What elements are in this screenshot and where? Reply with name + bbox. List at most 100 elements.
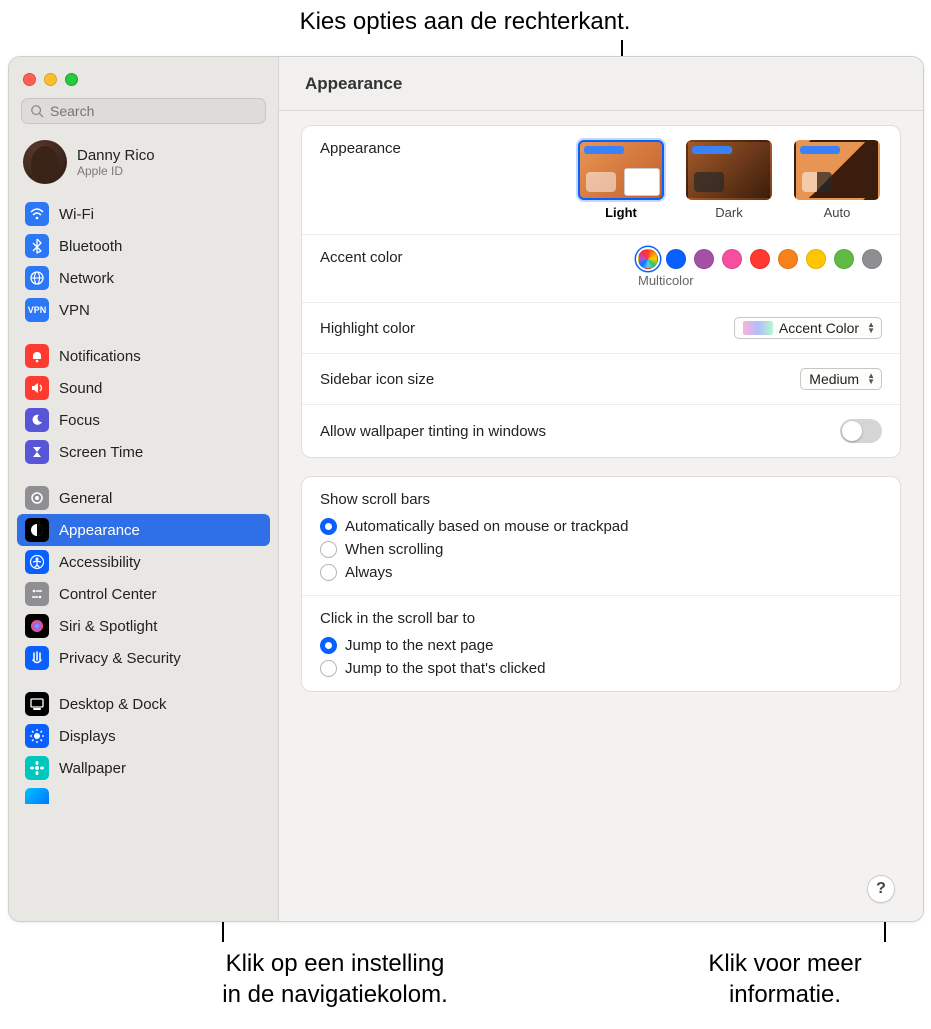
sidebar-item-focus[interactable]: Focus bbox=[17, 404, 270, 436]
clickscroll-row: Click in the scroll bar to Jump to the n… bbox=[302, 596, 900, 691]
sidebar-item-label: Notifications bbox=[59, 348, 141, 365]
accent-swatch-7[interactable] bbox=[834, 249, 854, 269]
search-box[interactable] bbox=[21, 98, 266, 124]
sidebar-item-label: Wi-Fi bbox=[59, 206, 94, 223]
gear-icon bbox=[25, 486, 49, 510]
sidebar-item-bluetooth[interactable]: Bluetooth bbox=[17, 230, 270, 262]
wifi-icon bbox=[25, 202, 49, 226]
sidebar: Danny Rico Apple ID Wi-Fi Bluetooth Networ… bbox=[9, 57, 279, 921]
help-button[interactable]: ? bbox=[867, 875, 895, 903]
settings-scroll[interactable]: Appearance LightDarkAuto Accent color Mu… bbox=[279, 111, 923, 724]
highlight-label: Highlight color bbox=[320, 320, 415, 337]
clickscroll-option-0[interactable]: Jump to the next page bbox=[320, 637, 882, 654]
appearance-option-light[interactable]: Light bbox=[576, 140, 666, 220]
close-icon[interactable] bbox=[23, 73, 36, 86]
vpn-icon: VPN bbox=[25, 298, 49, 322]
appearance-thumb-light bbox=[578, 140, 664, 200]
chevron-up-down-icon: ▲▼ bbox=[865, 371, 877, 387]
iconsize-value: Medium bbox=[809, 371, 859, 387]
highlight-popup[interactable]: Accent Color ▲▼ bbox=[734, 317, 882, 339]
sidebar-item-displays[interactable]: Displays bbox=[17, 720, 270, 752]
sidebar-item-control-center[interactable]: Control Center bbox=[17, 578, 270, 610]
accent-label: Accent color bbox=[320, 249, 403, 266]
iconsize-popup[interactable]: Medium ▲▼ bbox=[800, 368, 882, 390]
moon-icon bbox=[25, 408, 49, 432]
sidebar-item-screen-time[interactable]: Screen Time bbox=[17, 436, 270, 468]
sidebar-item-sound[interactable]: Sound bbox=[17, 372, 270, 404]
minimize-icon[interactable] bbox=[44, 73, 57, 86]
scrollbars-option-0[interactable]: Automatically based on mouse or trackpad bbox=[320, 518, 882, 535]
bell-icon bbox=[25, 344, 49, 368]
sidebar-item-label: Privacy & Security bbox=[59, 650, 181, 667]
sidebar-item-label: Bluetooth bbox=[59, 238, 122, 255]
sidebar-item-label: Network bbox=[59, 270, 114, 287]
sidebar-item-notifications[interactable]: Notifications bbox=[17, 340, 270, 372]
tinting-toggle[interactable] bbox=[840, 419, 882, 443]
search-input[interactable] bbox=[50, 103, 257, 119]
accent-swatch-6[interactable] bbox=[806, 249, 826, 269]
appearance-option-dark[interactable]: Dark bbox=[684, 140, 774, 220]
sidebar-item-label: Sound bbox=[59, 380, 102, 397]
accent-swatch-1[interactable] bbox=[666, 249, 686, 269]
highlight-row: Highlight color Accent Color ▲▼ bbox=[302, 303, 900, 354]
radio-icon bbox=[320, 518, 337, 535]
control-center-icon bbox=[25, 582, 49, 606]
accent-swatches bbox=[638, 249, 882, 269]
radio-icon bbox=[320, 637, 337, 654]
sidebar-item-label: Desktop & Dock bbox=[59, 696, 167, 713]
accent-sub: Multicolor bbox=[638, 273, 694, 288]
search-icon bbox=[30, 104, 44, 118]
accessibility-icon bbox=[25, 550, 49, 574]
radio-icon bbox=[320, 660, 337, 677]
tinting-row: Allow wallpaper tinting in windows bbox=[302, 405, 900, 457]
appearance-option-auto[interactable]: Auto bbox=[792, 140, 882, 220]
iconsize-row: Sidebar icon size Medium ▲▼ bbox=[302, 354, 900, 405]
scrollbars-option-1[interactable]: When scrolling bbox=[320, 541, 882, 558]
accent-swatch-8[interactable] bbox=[862, 249, 882, 269]
sidebar-item-privacy-security[interactable]: Privacy & Security bbox=[17, 642, 270, 674]
sidebar-item-network[interactable]: Network bbox=[17, 262, 270, 294]
accent-swatch-0[interactable] bbox=[638, 249, 658, 269]
scrollbars-option-label: When scrolling bbox=[345, 541, 443, 558]
apple-id-row[interactable]: Danny Rico Apple ID bbox=[9, 134, 278, 198]
system-settings-window: Danny Rico Apple ID Wi-Fi Bluetooth Networ… bbox=[8, 56, 924, 922]
network-icon bbox=[25, 266, 49, 290]
content-pane: Appearance Appearance LightDarkAuto Acce… bbox=[279, 57, 923, 921]
nav-list: Wi-Fi Bluetooth Network VPNVPN Notifications… bbox=[9, 198, 278, 921]
displays-icon bbox=[25, 724, 49, 748]
accent-swatch-3[interactable] bbox=[722, 249, 742, 269]
appearance-thumbs: LightDark Auto bbox=[576, 140, 882, 220]
accent-swatch-2[interactable] bbox=[694, 249, 714, 269]
sidebar-item-wi-fi[interactable]: Wi-Fi bbox=[17, 198, 270, 230]
tinting-label: Allow wallpaper tinting in windows bbox=[320, 423, 546, 440]
privacy-icon bbox=[25, 646, 49, 670]
zoom-icon[interactable] bbox=[65, 73, 78, 86]
sidebar-item-vpn[interactable]: VPNVPN bbox=[17, 294, 270, 326]
appearance-option-label: Auto bbox=[824, 205, 851, 220]
sidebar-item-general[interactable]: General bbox=[17, 482, 270, 514]
accent-row: Accent color Multicolor bbox=[302, 235, 900, 303]
clickscroll-option-label: Jump to the next page bbox=[345, 637, 493, 654]
sidebar-item-label: Control Center bbox=[59, 586, 157, 603]
sidebar-item-desktop-dock[interactable]: Desktop & Dock bbox=[17, 688, 270, 720]
appearance-mode-row: Appearance LightDarkAuto bbox=[302, 126, 900, 235]
appearance-card: Appearance LightDarkAuto Accent color Mu… bbox=[301, 125, 901, 458]
scrollbars-option-2[interactable]: Always bbox=[320, 564, 882, 581]
sidebar-item-accessibility[interactable]: Accessibility bbox=[17, 546, 270, 578]
sidebar-item-label: Siri & Spotlight bbox=[59, 618, 157, 635]
accent-swatch-5[interactable] bbox=[778, 249, 798, 269]
callout-bottom-right: Klik voor meer informatie. bbox=[660, 948, 910, 1010]
user-sub: Apple ID bbox=[77, 164, 155, 178]
appearance-icon bbox=[25, 518, 49, 542]
bluetooth-icon bbox=[25, 234, 49, 258]
clickscroll-option-1[interactable]: Jump to the spot that's clicked bbox=[320, 660, 882, 677]
sidebar-item-wallpaper[interactable]: Wallpaper bbox=[17, 752, 270, 784]
callout-bottom-left: Klik op een instelling in de navigatieko… bbox=[195, 948, 475, 1010]
avatar bbox=[23, 140, 67, 184]
sidebar-item-appearance[interactable]: Appearance bbox=[17, 514, 270, 546]
sidebar-item-siri-spotlight[interactable]: Siri & Spotlight bbox=[17, 610, 270, 642]
scrollbars-option-label: Automatically based on mouse or trackpad bbox=[345, 518, 628, 535]
accent-swatch-4[interactable] bbox=[750, 249, 770, 269]
window-controls bbox=[9, 65, 278, 96]
sidebar-item-label: Displays bbox=[59, 728, 116, 745]
